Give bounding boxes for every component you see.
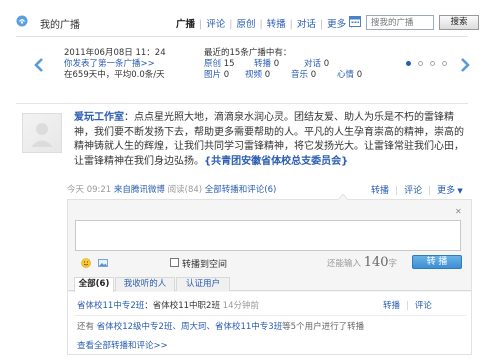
more-action[interactable]: 更多 ▼ (437, 186, 463, 196)
post-group-link[interactable]: {共青团安徽省体校总支委员会} (204, 156, 348, 167)
comment-action[interactable]: 评论 (404, 186, 422, 196)
nav-broadcast[interactable]: 广播 (176, 16, 195, 30)
repost-list: 省体校11中专2班：省体校11中职2班 14分钟前 转播 | 评论 还有 省体校12… (68, 292, 471, 354)
list-item-time: 14分钟前 (222, 301, 259, 311)
list-item-user[interactable]: 省体校11中专2班 (77, 301, 144, 311)
list-item-actions: 转播 | 评论 (383, 301, 432, 311)
calendar-icon[interactable] (349, 15, 361, 27)
stat-videos[interactable]: 视频 0 (245, 70, 270, 81)
nav-comments[interactable]: 评论 (206, 16, 225, 30)
tab-following[interactable]: 我收听的人 (115, 277, 175, 291)
post-source[interactable]: 来自腾讯微博 (114, 185, 165, 195)
emoji-icon[interactable] (81, 258, 91, 268)
image-icon[interactable] (98, 258, 108, 268)
next-arrow-icon[interactable] (460, 58, 470, 72)
stats-divider (16, 103, 468, 104)
stat-mood[interactable]: 心情 0 (337, 70, 362, 81)
post-time: 今天 09:21 (67, 185, 112, 195)
post-meta: 今天 09:21 来自腾讯微博 阅读(84) 全部转播和评论(6) 转播 | 评论 |… (67, 183, 472, 196)
header-nav: 广播|评论|原创|转播|对话|更多 ▼ (176, 16, 355, 30)
post-content: 爱玩工作室：点点星光照大地，滴滴泉水润心灵。团结友爱、助人为乐是不朽的雷锋精神，… (74, 111, 472, 169)
stat-music[interactable]: 音乐 0 (291, 70, 316, 81)
all-reposts-link[interactable]: 全部转播和评论(6) (205, 185, 277, 195)
char-count-number: 140 (363, 255, 389, 270)
nav-dialogs[interactable]: 对话 (297, 16, 316, 30)
post-author[interactable]: 爱玩工作室 (74, 112, 124, 123)
stats-date: 2011年06月08日 11：24 (64, 48, 166, 58)
list-item: 省体校11中专2班：省体校11中职2班 14分钟前 (77, 299, 259, 311)
stat-images[interactable]: 图片 0 (204, 70, 229, 81)
header-divider (16, 36, 468, 37)
repost-to-space-label: 转播到空间 (182, 260, 228, 270)
stat-original[interactable]: 原创 15 (204, 59, 235, 70)
stats-recent-label: 最近的15条广播中有： (204, 48, 292, 58)
post-reads: 阅读(84) (167, 185, 203, 195)
post-actions: 转播 | 评论 | 更多 ▼ (371, 186, 463, 196)
header: 我的广播 广播|评论|原创|转播|对话|更多 ▼ 搜索 (16, 12, 479, 32)
broadcast-icon (16, 15, 28, 27)
first-broadcast-link[interactable]: 你发表了第一条广播>> (64, 59, 166, 70)
page-title: 我的广播 (40, 20, 80, 31)
repost-users-summary: 还有 省体校12级中专2班、周大珂、省体校11中专3班等5个用户进行了转播 (77, 322, 365, 332)
close-icon[interactable]: ✕ (455, 208, 463, 216)
list-item-comment[interactable]: 评论 (415, 301, 432, 311)
default-avatar-icon (31, 123, 53, 147)
stats-average: 在659天中，平均0.0条/天 (64, 70, 165, 80)
search-button[interactable]: 搜索 (439, 15, 479, 30)
search-input[interactable] (366, 15, 434, 30)
view-all-link[interactable]: 查看全部转播和评论>> (77, 339, 168, 351)
repost-panel: ✕ 转播到空间 还能输入 140字 转 播 全部(6) 我收听的人 认证用户 省… (67, 194, 472, 355)
nav-original[interactable]: 原创 (236, 16, 255, 30)
list-divider (74, 315, 466, 316)
repost-textarea[interactable] (75, 220, 461, 251)
stat-reposts[interactable]: 转播 0 (254, 59, 279, 70)
repost-to-space-checkbox[interactable] (170, 258, 179, 267)
page-dot[interactable] (442, 61, 447, 66)
prev-arrow-icon[interactable] (34, 58, 44, 72)
repost-button[interactable]: 转 播 (412, 255, 462, 269)
repost-tabs: 全部(6) 我收听的人 认证用户 (68, 277, 471, 292)
tab-verified[interactable]: 认证用户 (176, 277, 230, 291)
tab-all[interactable]: 全部(6) (74, 277, 114, 292)
nav-more-label: 更多 (327, 19, 347, 30)
list-item-text: ：省体校11中职2班 (144, 301, 220, 311)
stats-panel: 2011年06月08日 11：24 你发表了第一条广播>> 在659天中，平均0… (16, 42, 470, 94)
panel-pointer (338, 194, 348, 200)
page-dot[interactable] (406, 61, 411, 66)
char-count: 还能输入 140字 (327, 255, 398, 270)
more-action-label: 更多 (437, 186, 456, 196)
chevron-down-icon: ▼ (455, 187, 463, 195)
repost-users[interactable]: 省体校12级中专2班、周大珂、省体校11中专3班 (97, 322, 282, 332)
stats-summary: 2011年06月08日 11：24 你发表了第一条广播>> 在659天中，平均0… (64, 48, 166, 81)
page-dot[interactable] (418, 61, 423, 66)
page-dot[interactable] (430, 61, 435, 66)
nav-reposts[interactable]: 转播 (267, 16, 286, 30)
avatar[interactable] (22, 113, 62, 153)
stat-dialogs[interactable]: 对话 0 (304, 59, 329, 70)
repost-action[interactable]: 转播 (371, 186, 389, 196)
list-item-repost[interactable]: 转播 (383, 301, 400, 311)
